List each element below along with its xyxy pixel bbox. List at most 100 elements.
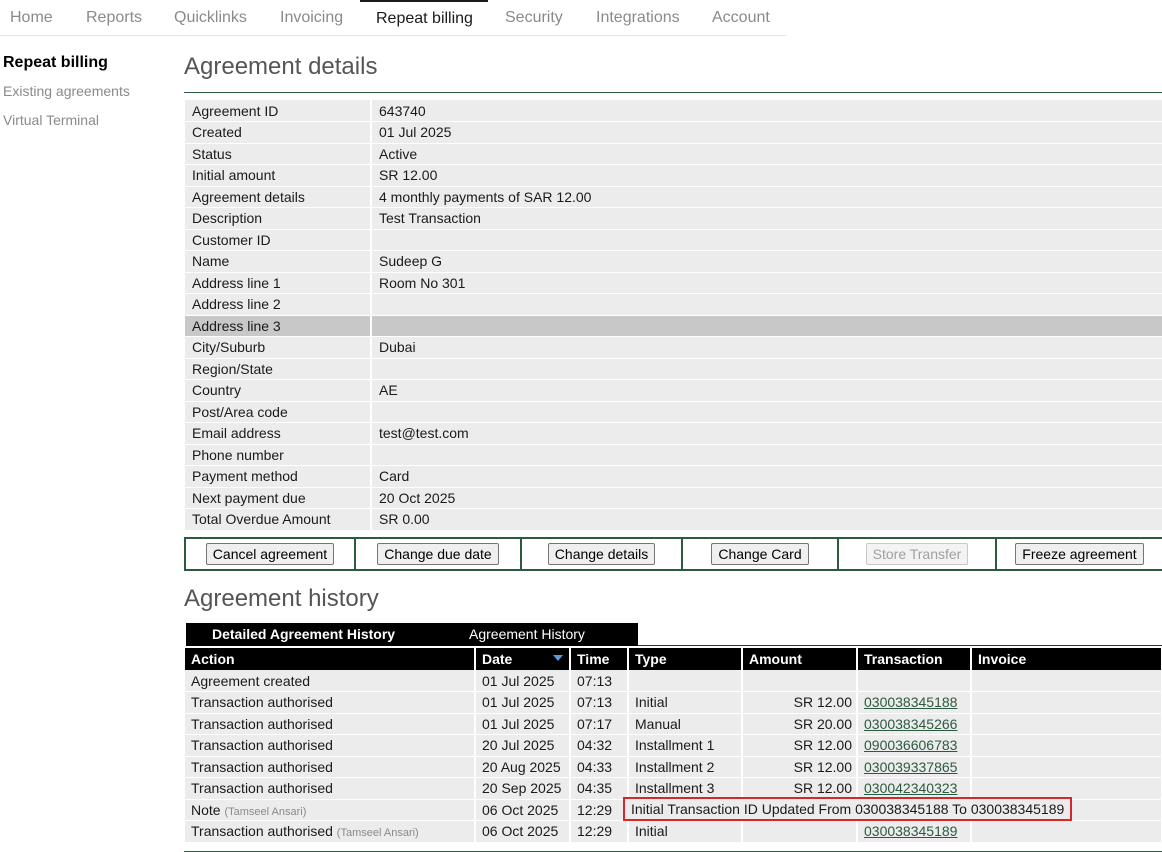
cancel-agreement-button[interactable]: Cancel agreement — [205, 543, 335, 565]
sidebar-item-existing-agreements[interactable]: Existing agreements — [3, 83, 130, 99]
history-invoice — [971, 820, 1162, 843]
detail-value: AE — [371, 379, 1162, 402]
history-invoice — [971, 691, 1162, 714]
detail-value — [371, 401, 1162, 423]
history-time: 07:13 — [570, 691, 629, 714]
detail-label: Initial amount — [185, 164, 372, 187]
change-card-button[interactable]: Change Card — [711, 543, 809, 565]
detail-row: Total Overdue Amount SR 0.00 — [185, 508, 1162, 531]
tab-invoicing[interactable]: Invoicing — [280, 0, 343, 36]
detail-row: Agreement details 4 monthly payments of S… — [185, 186, 1162, 208]
history-time: 12:29 — [570, 799, 629, 821]
history-type: Initial — [628, 820, 743, 843]
transaction-link[interactable]: 030039337865 — [864, 759, 957, 775]
note-highlight: Initial Transaction ID Updated From 0300… — [623, 796, 1073, 821]
column-header-date[interactable]: Date — [475, 648, 571, 670]
transaction-link[interactable]: 030038345188 — [864, 694, 957, 710]
history-time: 04:32 — [570, 734, 629, 757]
detail-row: City/Suburb Dubai — [185, 336, 1162, 359]
detail-label: Name — [185, 250, 372, 273]
tab-account[interactable]: Account — [712, 0, 770, 36]
freeze-agreement-button[interactable]: Freeze agreement — [1015, 543, 1144, 565]
detail-label: Agreement ID — [185, 100, 372, 122]
detail-row: Next payment due 20 Oct 2025 — [185, 487, 1162, 509]
history-action: Transaction authorised — [185, 734, 476, 757]
tab-integrations[interactable]: Integrations — [596, 0, 680, 36]
history-amount — [742, 670, 858, 692]
detail-value — [371, 293, 1162, 316]
tab-detailed-agreement-history[interactable]: Detailed Agreement History — [212, 623, 395, 646]
detail-label: Created — [185, 121, 372, 144]
column-header-time[interactable]: Time — [570, 648, 629, 670]
history-invoice — [971, 713, 1162, 735]
history-amount — [742, 820, 858, 843]
column-header-amount[interactable]: Amount — [742, 648, 858, 670]
detail-value: 20 Oct 2025 — [371, 487, 1162, 509]
detail-value: 4 monthly payments of SAR 12.00 — [371, 186, 1162, 208]
history-invoice — [971, 670, 1162, 692]
change-due-date-button[interactable]: Change due date — [377, 543, 499, 565]
history-row: Agreement created 01 Jul 2025 07:13 — [185, 670, 1162, 692]
history-transaction — [857, 670, 972, 692]
detail-label: Status — [185, 143, 372, 165]
detail-label: Address line 3 — [185, 315, 372, 337]
detail-row: Post/Area code — [185, 401, 1162, 423]
detail-row: Email address test@test.com — [185, 422, 1162, 445]
tab-agreement-history[interactable]: Agreement History — [469, 623, 585, 646]
history-row: Transaction authorised 20 Aug 2025 04:33 In… — [185, 756, 1162, 778]
detail-row: Initial amount SR 12.00 — [185, 164, 1162, 187]
column-header-invoice[interactable]: Invoice — [971, 648, 1162, 670]
history-time: 07:13 — [570, 670, 629, 692]
history-time: 12:29 — [570, 820, 629, 843]
detail-value — [371, 315, 1162, 337]
history-type: Manual — [628, 713, 743, 735]
tab-security[interactable]: Security — [505, 0, 563, 36]
history-type: Installment 1 — [628, 734, 743, 757]
transaction-link[interactable]: 030038345266 — [864, 716, 957, 732]
agreement-actions-bar: Cancel agreement Change due date Change … — [184, 537, 1162, 571]
history-type — [628, 670, 743, 692]
detail-label: Address line 2 — [185, 293, 372, 316]
sidebar-item-virtual-terminal[interactable]: Virtual Terminal — [3, 112, 99, 128]
tab-repeat-billing[interactable]: Repeat billing — [360, 0, 488, 36]
history-date: 20 Aug 2025 — [475, 756, 571, 778]
tab-reports[interactable]: Reports — [86, 0, 142, 36]
action-text: Transaction authorised — [191, 758, 333, 775]
detail-value: Test Transaction — [371, 207, 1162, 230]
detail-value: Room No 301 — [371, 272, 1162, 294]
transaction-link[interactable]: 090036606783 — [864, 737, 957, 753]
column-header-transaction[interactable]: Transaction — [857, 648, 972, 670]
sort-descending-icon — [553, 655, 563, 661]
history-time: 04:33 — [570, 756, 629, 778]
tab-quicklinks[interactable]: Quicklinks — [174, 0, 247, 36]
detail-value: Active — [371, 143, 1162, 165]
detail-label: Region/State — [185, 358, 372, 380]
history-subtabs: Detailed Agreement History Agreement His… — [186, 623, 638, 646]
detail-label: Phone number — [185, 444, 372, 466]
detail-row: Country AE — [185, 379, 1162, 402]
agreement-details-table: Agreement ID 643740 Created 01 Jul 2025 Stat… — [185, 100, 1162, 531]
history-note-cell: Initial Transaction ID Updated From 0300… — [623, 796, 1073, 821]
detail-row: Customer ID — [185, 229, 1162, 251]
agreement-details-heading: Agreement details — [184, 53, 378, 80]
history-date: 01 Jul 2025 — [475, 713, 571, 735]
history-row: Transaction authorised 20 Jul 2025 04:32 In… — [185, 734, 1162, 757]
store-transfer-button: Store Transfer — [865, 543, 969, 565]
column-header-action[interactable]: Action — [185, 648, 476, 670]
detail-value: SR 0.00 — [371, 508, 1162, 531]
history-transaction: 030038345188 — [857, 691, 972, 714]
transaction-link[interactable]: 030042340323 — [864, 780, 957, 796]
detail-value: Sudeep G — [371, 250, 1162, 273]
detail-row: Name Sudeep G — [185, 250, 1162, 273]
sidebar-title: Repeat billing — [3, 54, 108, 71]
detail-value — [371, 358, 1162, 380]
tab-home[interactable]: Home — [10, 0, 53, 36]
column-header-type[interactable]: Type — [628, 648, 743, 670]
agreement-history-table: Action Date Time Type Amount Transaction… — [185, 648, 1162, 843]
detail-row: Description Test Transaction — [185, 207, 1162, 230]
change-details-button[interactable]: Change details — [547, 543, 656, 565]
action-text: Transaction authorised — [191, 694, 333, 711]
detail-value — [371, 444, 1162, 466]
transaction-link[interactable]: 030038345189 — [864, 823, 957, 839]
history-amount: SR 12.00 — [742, 756, 858, 778]
